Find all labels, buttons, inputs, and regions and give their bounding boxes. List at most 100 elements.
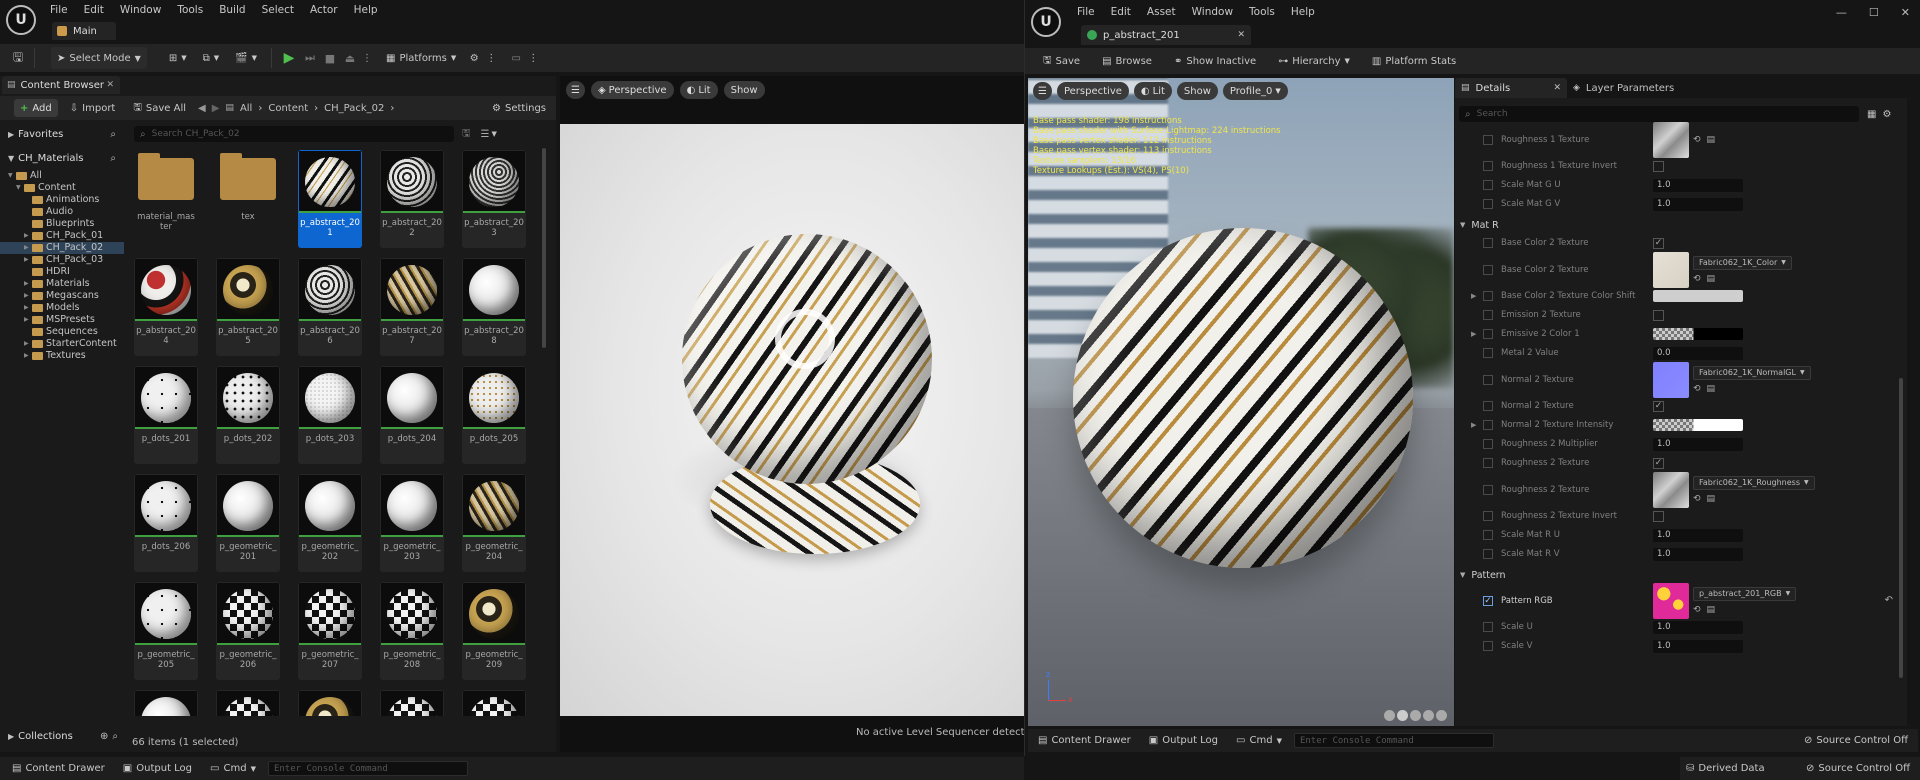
property-override-checkbox[interactable] xyxy=(1483,180,1493,190)
property-override-checkbox[interactable] xyxy=(1483,549,1493,559)
material-asset-tile[interactable]: p_abstract_207 xyxy=(380,258,444,356)
property-override-checkbox[interactable] xyxy=(1483,329,1493,339)
property-override-checkbox[interactable] xyxy=(1483,310,1493,320)
folder-tile[interactable]: tex xyxy=(216,150,280,248)
material-asset-tile[interactable]: p_geometric_206 xyxy=(216,582,280,680)
texture-thumbnail[interactable] xyxy=(1653,121,1689,158)
texture-thumbnail[interactable] xyxy=(1653,582,1689,619)
more-options-icon[interactable]: ⋮ xyxy=(486,53,496,64)
close-icon[interactable]: ✕ xyxy=(106,80,114,90)
menu-item[interactable]: Help xyxy=(346,4,386,16)
property-override-checkbox[interactable] xyxy=(1483,238,1493,248)
show-button[interactable]: Show xyxy=(723,81,765,99)
folder-tree-item[interactable]: Animations xyxy=(0,194,124,206)
show-inactive-button[interactable]: ⚭ Show Inactive xyxy=(1168,50,1262,72)
material-asset-tile[interactable]: p_dots_206 xyxy=(134,474,198,572)
browse-icon[interactable]: ▤ xyxy=(1707,135,1716,145)
use-selected-icon[interactable]: ⟲ xyxy=(1693,384,1701,394)
sphere-mesh-icon[interactable] xyxy=(1397,710,1408,721)
close-icon[interactable]: ✕ xyxy=(1553,83,1561,93)
more-options-icon[interactable]: ⋮ xyxy=(528,53,538,64)
use-selected-icon[interactable]: ⟲ xyxy=(1693,135,1701,145)
menu-item[interactable]: Tools xyxy=(169,4,211,16)
search-icon[interactable]: ⌕ xyxy=(112,731,118,742)
hierarchy-button[interactable]: ⊶ Hierarchy ▼ xyxy=(1272,50,1356,72)
texture-asset-dropdown[interactable]: Fabric062_1K_Roughness ▼ xyxy=(1693,475,1815,490)
blueprints-button[interactable]: ⧉ ▼ xyxy=(197,47,226,69)
folder-tree-item[interactable]: ▶ Materials xyxy=(0,278,124,290)
settings-button[interactable]: ⚙ Settings xyxy=(486,97,552,119)
numeric-input[interactable]: 1.0 xyxy=(1653,437,1743,451)
folder-tree-item[interactable]: ▶ MSPresets xyxy=(0,314,124,326)
property-override-checkbox[interactable] xyxy=(1483,401,1493,411)
platform-stats-button[interactable]: ▥ Platform Stats xyxy=(1366,50,1462,72)
color-swatch[interactable] xyxy=(1653,328,1743,340)
numeric-input[interactable]: 1.0 xyxy=(1653,197,1743,211)
property-override-checkbox[interactable] xyxy=(1483,374,1493,385)
material-asset-tile[interactable]: p_abstract_205 xyxy=(216,258,280,356)
folder-tree-item[interactable]: Sequences xyxy=(0,326,124,338)
reset-arrow-icon[interactable]: ↶ xyxy=(1885,595,1893,606)
folder-tree-item[interactable]: HDRI xyxy=(0,266,124,278)
level-viewport[interactable]: ☰ ◈ Perspective ◐ Lit Show No active Level… xyxy=(560,76,1052,752)
settings-sliders-icon[interactable]: ⚙ xyxy=(466,53,482,64)
property-override-checkbox[interactable] xyxy=(1483,439,1493,449)
cylinder-mesh-icon[interactable] xyxy=(1384,710,1395,721)
texture-asset-dropdown[interactable]: Fabric062_1K_Color ▼ xyxy=(1693,255,1792,270)
material-asset-tile[interactable]: p_dots_205 xyxy=(462,366,526,464)
lit-button[interactable]: ◐ Lit xyxy=(1133,82,1172,100)
asset-search-field[interactable]: ⌕ Search CH_Pack_02 xyxy=(134,126,454,142)
cube-mesh-icon[interactable] xyxy=(1423,710,1434,721)
level-tab[interactable]: Main xyxy=(52,22,116,40)
numeric-input[interactable]: 1.0 xyxy=(1653,178,1743,192)
chevron-right-icon[interactable]: ▶ xyxy=(24,278,32,290)
material-asset-tile[interactable]: p_abstract_208 xyxy=(462,258,526,356)
property-override-checkbox[interactable] xyxy=(1483,264,1493,275)
color-swatch[interactable] xyxy=(1653,290,1743,302)
texture-thumbnail[interactable] xyxy=(1653,361,1689,398)
folder-tree-item[interactable]: Blueprints xyxy=(0,218,124,230)
property-override-checkbox[interactable] xyxy=(1483,348,1493,358)
gear-icon[interactable]: ⚙ xyxy=(1882,109,1891,120)
numeric-input[interactable]: 1.0 xyxy=(1653,528,1743,542)
property-override-checkbox[interactable]: ✓ xyxy=(1483,595,1493,606)
details-scrollbar[interactable] xyxy=(1899,378,1903,678)
menu-item[interactable]: Help xyxy=(1283,6,1323,18)
bool-checkbox[interactable]: ✓ xyxy=(1653,400,1664,412)
add-actor-button[interactable]: ⊞ ▼ xyxy=(163,47,193,69)
plane-mesh-icon[interactable] xyxy=(1410,710,1421,721)
material-asset-tile[interactable]: p_abstract_204 xyxy=(134,258,198,356)
save-icon[interactable]: 🖫 xyxy=(10,50,26,66)
chevron-right-icon[interactable]: ▶ xyxy=(1471,421,1476,429)
details-search-field[interactable]: ⌕ Search xyxy=(1459,106,1859,122)
maximize-icon[interactable]: ☐ xyxy=(1869,6,1879,19)
search-icon[interactable]: ⌕ xyxy=(110,129,116,140)
use-selected-icon[interactable]: ⟲ xyxy=(1693,274,1701,284)
source-control-button[interactable]: ⊘ Source Control Off xyxy=(1798,730,1914,752)
bool-checkbox[interactable]: ✓ xyxy=(1653,457,1664,469)
content-browser-tab[interactable]: ▤ Content Browser ✕ xyxy=(2,76,120,94)
material-asset-tile[interactable]: p_dots_202 xyxy=(216,366,280,464)
source-control-button[interactable]: ⊘ Source Control Off xyxy=(1800,758,1916,780)
output-log-button[interactable]: ▣ Output Log xyxy=(1143,730,1224,752)
perspective-button[interactable]: ◈ Perspective xyxy=(590,81,674,99)
property-override-checkbox[interactable] xyxy=(1483,420,1493,430)
asset-tab[interactable]: p_abstract_201 ✕ xyxy=(1081,25,1251,45)
layer-parameters-tab[interactable]: ◈ Layer Parameters xyxy=(1573,78,1674,98)
material-viewport[interactable]: ☰ Perspective ◐ Lit Show Profile_0 ▼ Base … xyxy=(1028,78,1454,726)
chevron-right-icon[interactable]: ▶ xyxy=(24,302,32,314)
content-drawer-button[interactable]: ▤ Content Drawer xyxy=(6,758,111,780)
eject-icon[interactable]: ⏏ xyxy=(342,52,358,65)
add-button[interactable]: + Add xyxy=(14,99,58,117)
property-override-checkbox[interactable] xyxy=(1483,530,1493,540)
lit-button[interactable]: ◐ Lit xyxy=(679,81,718,99)
material-asset-tile[interactable]: p_geometric_202 xyxy=(298,474,362,572)
viewport-menu-button[interactable]: ☰ xyxy=(566,81,585,99)
platforms-button[interactable]: ▦ Platforms ▼ xyxy=(380,47,462,69)
console-input[interactable]: Enter Console Command xyxy=(267,761,468,776)
material-asset-tile[interactable]: p_geometric_201 xyxy=(216,474,280,572)
stop-icon[interactable]: ■ xyxy=(322,52,338,65)
profile-button[interactable]: Profile_0 ▼ xyxy=(1222,82,1288,100)
material-asset-tile[interactable] xyxy=(298,690,362,716)
play-icon[interactable]: ▶ xyxy=(280,50,298,66)
